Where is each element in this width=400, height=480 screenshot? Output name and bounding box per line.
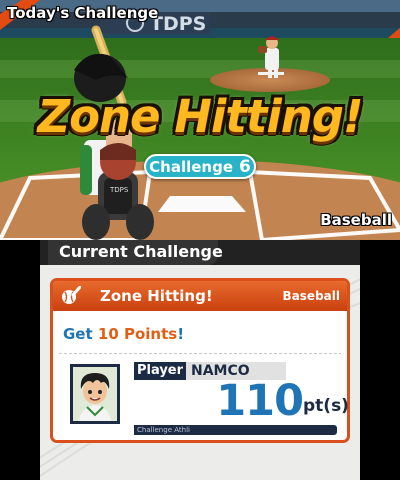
- player-avatar: [70, 364, 120, 424]
- card-divider: [59, 353, 341, 354]
- score-subtitle: Challenge Athli: [137, 426, 190, 434]
- screen-title: Today's Challenge: [7, 4, 159, 22]
- catcher-logo-text: TDPS: [109, 186, 129, 194]
- challenge-banner-title: Zone Hitting!: [0, 90, 400, 143]
- billboard-text: TDPS: [150, 13, 206, 35]
- player-label: Player: [134, 362, 186, 380]
- bottom-screen: Current Challenge Zone Hitting! Baseball…: [40, 240, 360, 480]
- challenge-card: Zone Hitting! Baseball Get 10 Points! Pl…: [50, 278, 350, 443]
- challenge-goal: Get 10 Points!: [63, 325, 184, 343]
- challenge-number: 6: [239, 156, 251, 177]
- card-sport-label: Baseball: [282, 289, 340, 303]
- baseball-icon: [62, 286, 81, 304]
- player-score: 110: [216, 376, 304, 426]
- sport-label: Baseball: [320, 211, 392, 229]
- goal-points: 10 Points: [97, 325, 178, 343]
- banner-title-text: Zone Hitting!: [37, 90, 363, 143]
- goal-suffix: !: [177, 325, 185, 343]
- challenge-number-badge: Challenge 6: [144, 154, 256, 179]
- top-screen: TDPS TDPS Today's Challenge Zone Hitting…: [0, 0, 400, 240]
- score-unit: pt(s): [303, 396, 349, 416]
- card-header: Zone Hitting! Baseball: [53, 281, 347, 311]
- avatar-icon: [73, 367, 117, 421]
- challenge-label: Challenge: [149, 157, 233, 176]
- header-title: Current Challenge: [59, 242, 223, 261]
- goal-prefix: Get: [63, 325, 93, 343]
- card-title: Zone Hitting!: [100, 287, 213, 305]
